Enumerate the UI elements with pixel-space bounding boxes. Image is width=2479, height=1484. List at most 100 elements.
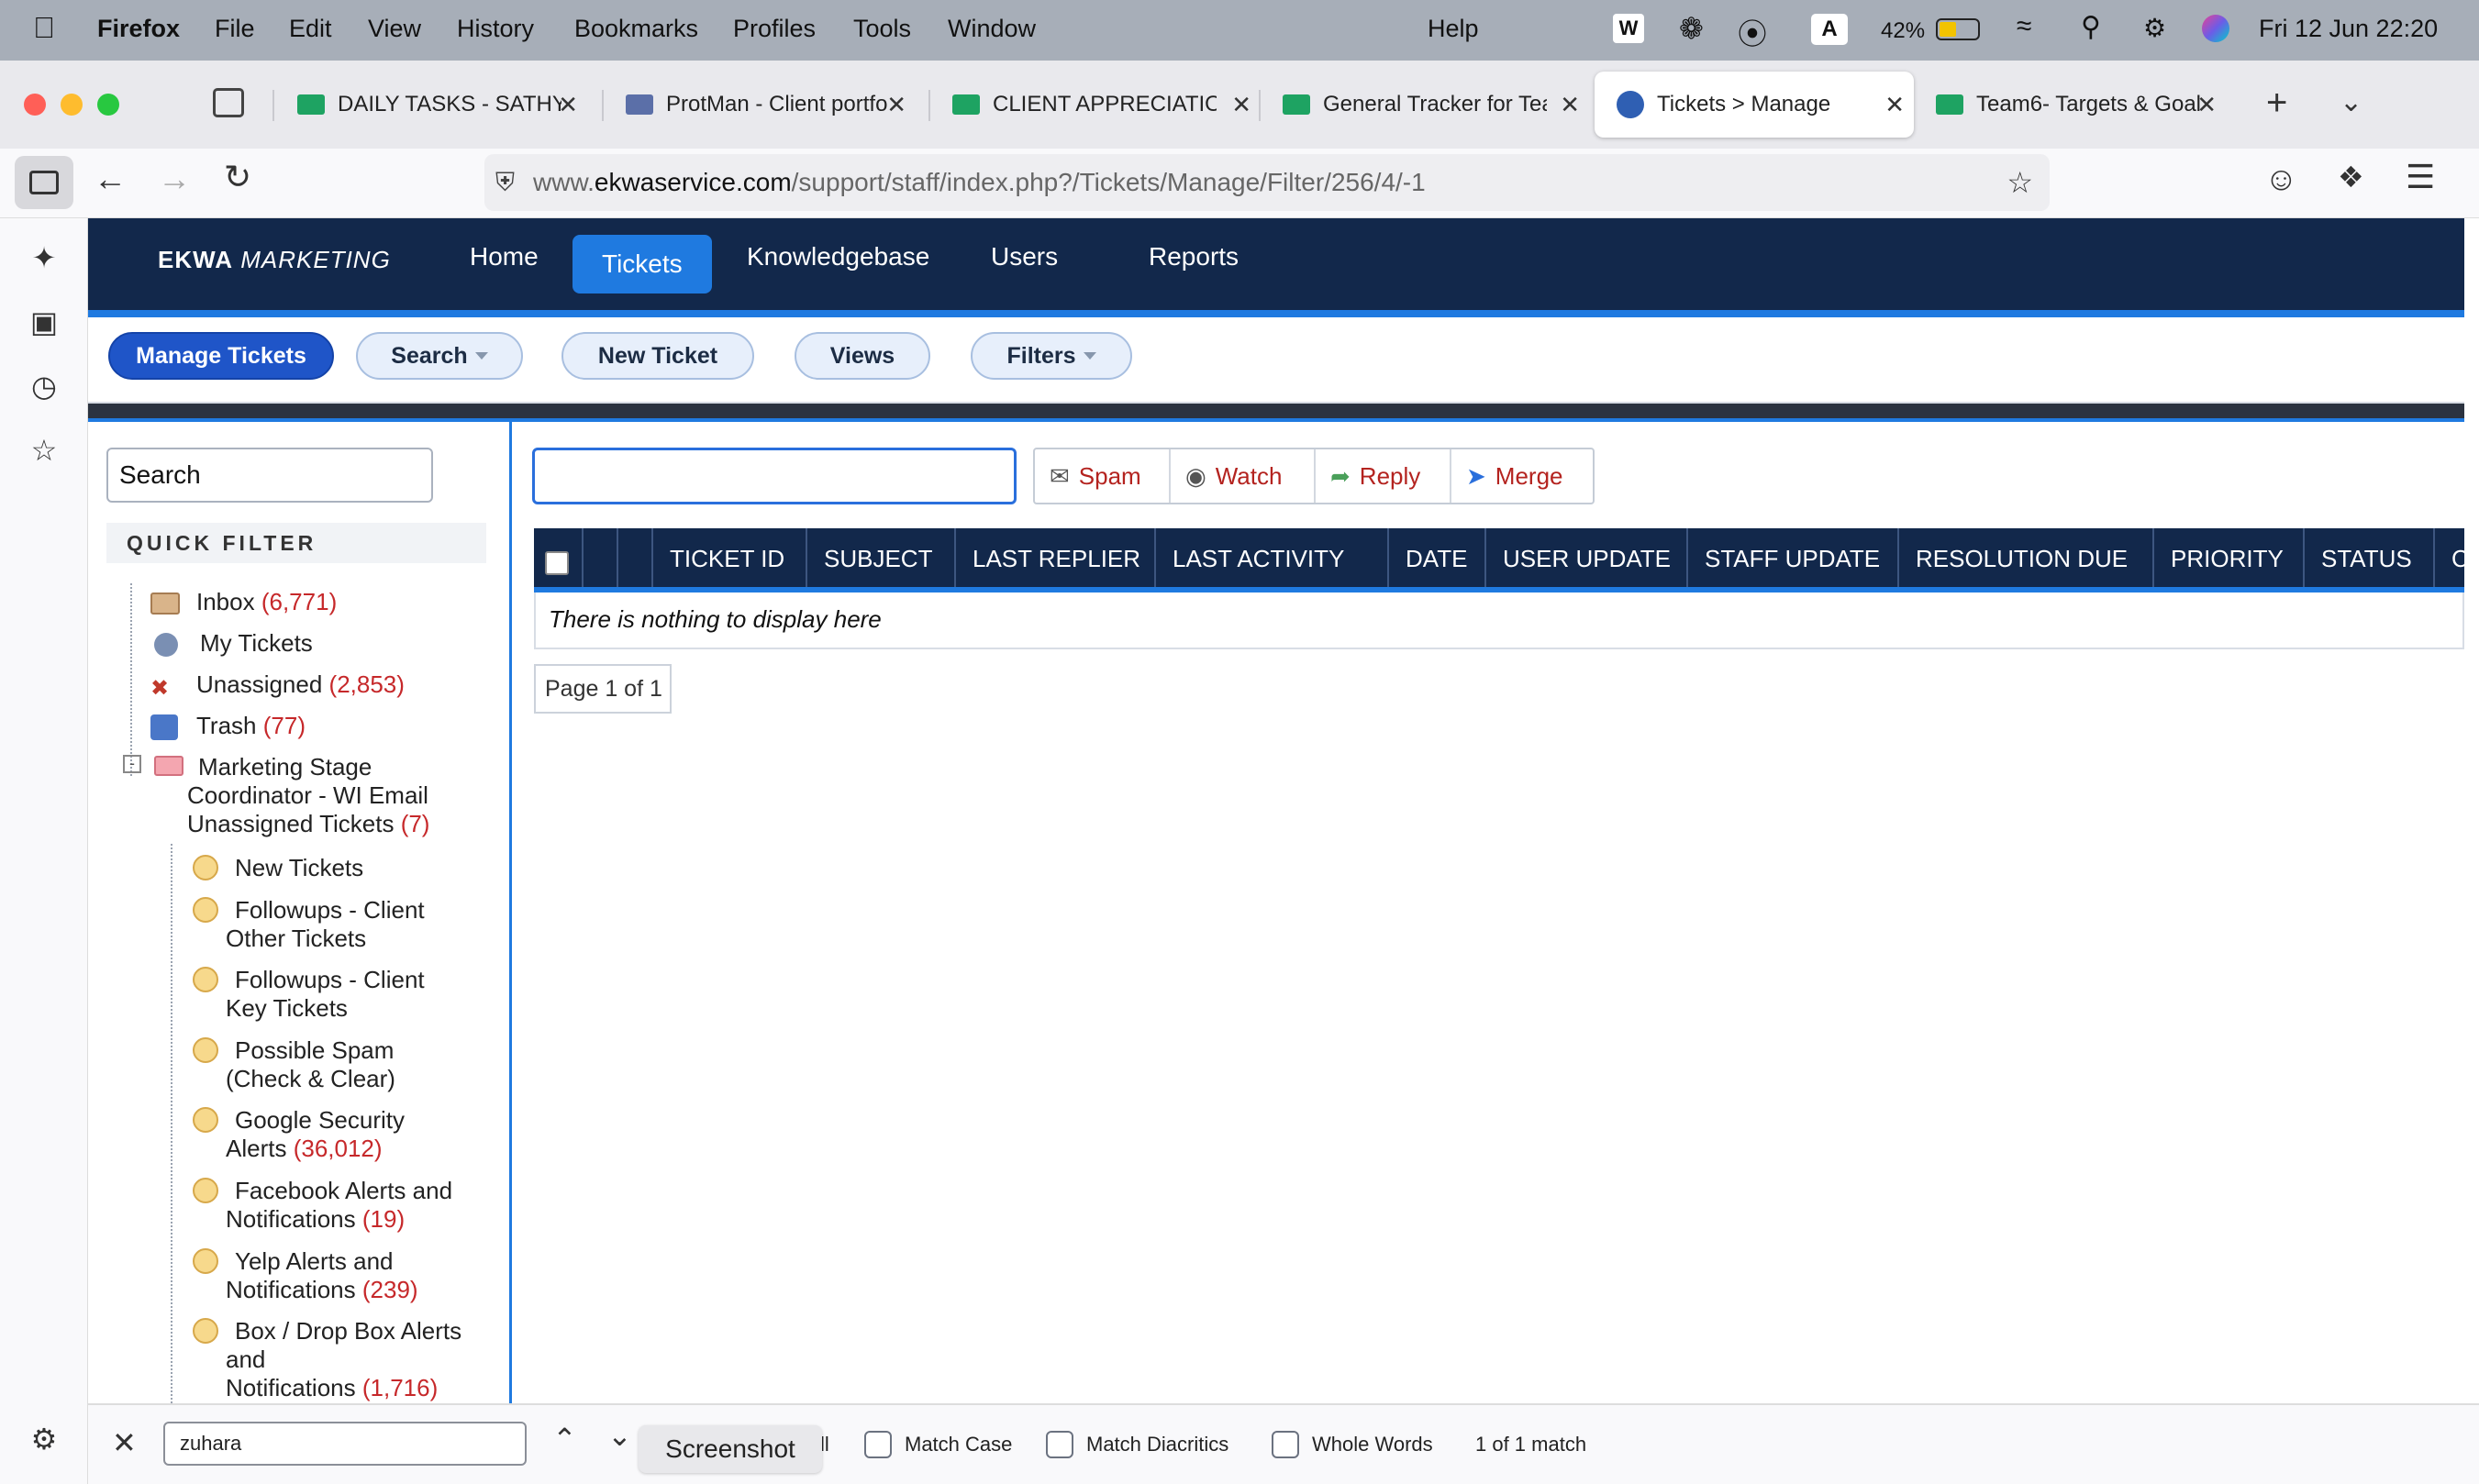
- flag-column-header[interactable]: [584, 528, 618, 589]
- hamburger-menu-icon[interactable]: ☰: [2406, 158, 2435, 196]
- bookmark-star-icon[interactable]: ☆: [2007, 165, 2033, 200]
- column-status[interactable]: STATUS: [2305, 528, 2435, 589]
- new-tab-plus-icon[interactable]: +: [2266, 83, 2287, 124]
- new-ticket-button[interactable]: New Ticket: [561, 332, 754, 380]
- control-center-icon[interactable]: ⚙: [2143, 13, 2166, 43]
- ekwa-logo[interactable]: EKWA MARKETING: [158, 246, 391, 274]
- history-clock-icon[interactable]: ◷: [26, 369, 62, 404]
- filter-search-input[interactable]: Search: [106, 448, 433, 503]
- forward-arrow-icon[interactable]: →: [158, 160, 191, 198]
- match-diacritics-checkbox[interactable]: [1046, 1431, 1073, 1458]
- filter-group-marketing-stage-coordinator[interactable]: Marketing Stage Coordinator - WI Email U…: [187, 753, 462, 838]
- watch-button[interactable]: ◉ Watch: [1171, 449, 1316, 503]
- column-last-replier[interactable]: LAST REPLIER: [956, 528, 1156, 589]
- sidebar-settings-gear-icon[interactable]: ⚙: [26, 1422, 62, 1456]
- column-ticket-id[interactable]: TICKET ID: [653, 528, 807, 589]
- column-resolution-due[interactable]: RESOLUTION DUE: [1899, 528, 2154, 589]
- filter-yelp-alerts[interactable]: Yelp Alerts and Notifications (239): [226, 1247, 418, 1304]
- tab-client-appreciation[interactable]: CLIENT APPRECIATION ✕: [930, 72, 1261, 138]
- column-date[interactable]: DATE: [1389, 528, 1486, 589]
- tab-protman[interactable]: ProtMan - Client portfo ✕: [604, 72, 916, 138]
- filter-facebook-alerts[interactable]: Facebook Alerts and Notifications (19): [226, 1177, 452, 1234]
- bookmarks-star-icon[interactable]: ☆: [26, 433, 62, 468]
- filter-my-tickets[interactable]: My Tickets: [150, 629, 313, 658]
- reply-button[interactable]: ➦ Reply: [1316, 449, 1451, 503]
- find-input[interactable]: zuhara: [163, 1422, 527, 1466]
- close-icon[interactable]: ✕: [886, 91, 906, 119]
- close-icon[interactable]: ✕: [558, 91, 578, 119]
- battery-icon[interactable]: [1936, 18, 1980, 40]
- reload-icon[interactable]: ↻: [224, 158, 251, 196]
- spotlight-search-icon[interactable]: ⚲: [2081, 11, 2101, 43]
- extensions-puzzle-icon[interactable]: ❖: [2338, 160, 2364, 194]
- ticket-search-input[interactable]: [532, 448, 1017, 504]
- word-icon[interactable]: W: [1613, 14, 1644, 43]
- sidebar-toggle-icon[interactable]: [15, 156, 73, 209]
- menu-view[interactable]: View: [368, 15, 421, 43]
- airdrop-icon[interactable]: ⦿: [1738, 11, 1767, 53]
- close-icon[interactable]: ✕: [1560, 91, 1580, 119]
- list-all-tabs-chevron-icon[interactable]: ⌄: [2340, 86, 2362, 118]
- views-button[interactable]: Views: [795, 332, 930, 380]
- filter-unassigned[interactable]: ✖ Unassigned (2,853): [150, 670, 405, 701]
- filter-google-security[interactable]: Google Security Alerts (36,012): [226, 1106, 405, 1163]
- close-find-bar-icon[interactable]: ✕: [112, 1425, 137, 1460]
- close-icon[interactable]: ✕: [2196, 91, 2217, 119]
- type-column-header[interactable]: [618, 528, 653, 589]
- filter-box-dropbox-alerts[interactable]: Box / Drop Box Alerts and Notifications (1…: [226, 1317, 461, 1402]
- close-icon[interactable]: ✕: [1231, 91, 1251, 119]
- url-bar[interactable]: ⛨ www. ekwaservice.com/support/staff/inde…: [484, 154, 2050, 211]
- nav-knowledgebase[interactable]: Knowledgebase: [717, 218, 959, 295]
- filter-inbox[interactable]: Inbox (6,771): [150, 588, 337, 616]
- synced-tabs-icon[interactable]: ▣: [26, 305, 62, 339]
- filter-followups-other[interactable]: Followups - Client Other Tickets: [226, 896, 425, 953]
- window-minimize-button[interactable]: [61, 94, 83, 116]
- column-user-update[interactable]: USER UPDATE: [1486, 528, 1688, 589]
- filter-possible-spam[interactable]: Possible Spam (Check & Clear): [226, 1036, 395, 1093]
- spam-button[interactable]: ✉ Spam: [1035, 449, 1171, 503]
- input-source-icon[interactable]: A: [1811, 14, 1848, 45]
- collapse-minus-icon[interactable]: -: [123, 755, 141, 773]
- column-truncated[interactable]: C: [2435, 528, 2464, 589]
- nav-home[interactable]: Home: [440, 218, 568, 295]
- find-previous-chevron-up-icon[interactable]: ⌃: [552, 1422, 577, 1456]
- column-staff-update[interactable]: STAFF UPDATE: [1688, 528, 1899, 589]
- menu-edit[interactable]: Edit: [289, 15, 332, 43]
- select-all-checkbox[interactable]: [545, 551, 569, 575]
- nav-tickets[interactable]: Tickets: [573, 235, 712, 293]
- siri-icon[interactable]: [2202, 15, 2229, 42]
- merge-button[interactable]: ➤ Merge: [1451, 449, 1593, 503]
- menu-app-name[interactable]: Firefox: [97, 15, 180, 43]
- window-zoom-button[interactable]: [97, 94, 119, 116]
- column-priority[interactable]: PRIORITY: [2154, 528, 2305, 589]
- menu-tools[interactable]: Tools: [853, 15, 911, 43]
- account-icon[interactable]: ☺: [2264, 160, 2298, 198]
- whole-words-checkbox[interactable]: [1272, 1431, 1299, 1458]
- menu-help[interactable]: Help: [1428, 15, 1479, 43]
- menu-file[interactable]: File: [215, 15, 255, 43]
- menu-window[interactable]: Window: [948, 15, 1036, 43]
- filter-new-tickets[interactable]: New Tickets: [235, 854, 363, 882]
- filter-followups-key[interactable]: Followups - Client Key Tickets: [226, 966, 425, 1023]
- menu-profiles[interactable]: Profiles: [733, 15, 816, 43]
- apple-icon[interactable]: : [33, 11, 55, 45]
- nav-users[interactable]: Users: [962, 218, 1087, 295]
- tab-team6-targets[interactable]: Team6- Targets & Goal ✕: [1914, 72, 2226, 138]
- menu-history[interactable]: History: [457, 15, 534, 43]
- wifi-icon[interactable]: ≈: [2017, 11, 2031, 42]
- tab-overview-icon[interactable]: [213, 88, 244, 117]
- search-dropdown-button[interactable]: Search: [356, 332, 523, 380]
- back-arrow-icon[interactable]: ←: [94, 160, 127, 198]
- menu-bookmarks[interactable]: Bookmarks: [574, 15, 698, 43]
- tab-general-tracker[interactable]: General Tracker for Tea ✕: [1261, 72, 1589, 138]
- close-icon[interactable]: ✕: [1884, 91, 1905, 119]
- tracking-shield-icon[interactable]: ⛨: [495, 168, 515, 198]
- openai-icon[interactable]: ❁: [1679, 11, 1704, 46]
- ai-chatbot-sparkle-icon[interactable]: ✦: [26, 240, 62, 275]
- filters-dropdown-button[interactable]: Filters: [971, 332, 1132, 380]
- match-case-checkbox[interactable]: [864, 1431, 892, 1458]
- nav-reports[interactable]: Reports: [1119, 218, 1268, 295]
- window-close-button[interactable]: [24, 94, 46, 116]
- column-last-activity[interactable]: LAST ACTIVITY: [1156, 528, 1389, 589]
- manage-tickets-button[interactable]: Manage Tickets: [108, 332, 334, 380]
